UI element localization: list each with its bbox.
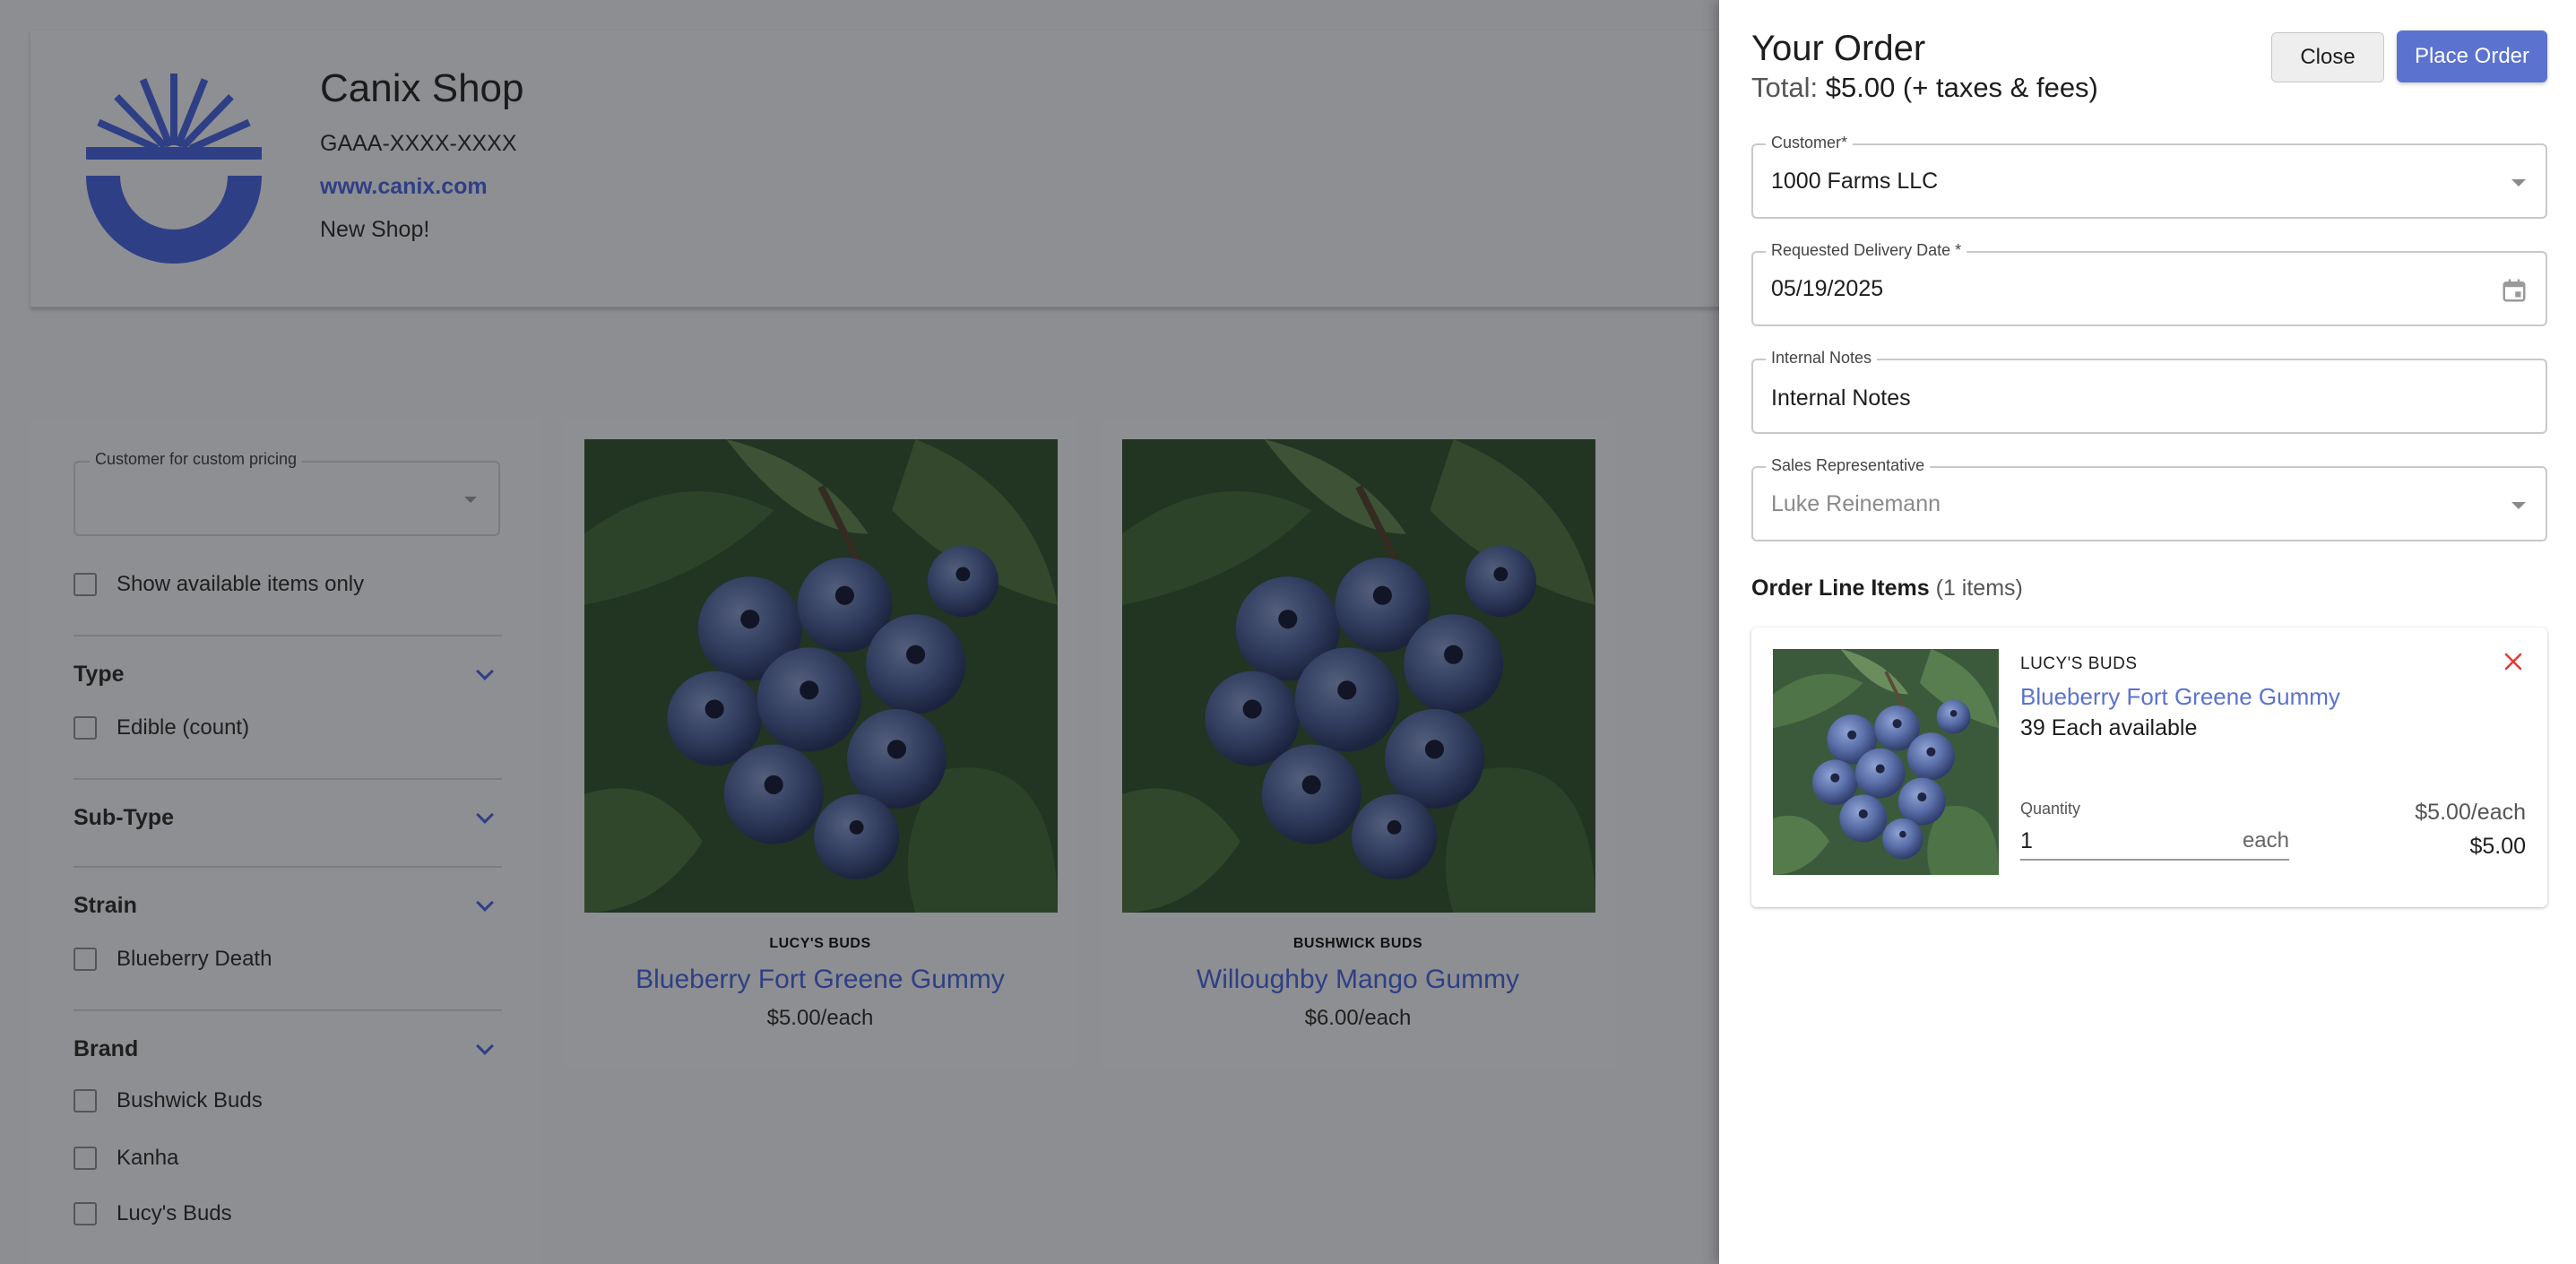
product-card[interactable]: BUSHWICK BUDS Willoughby Mango Gummy $6.… [1101, 418, 1615, 1067]
sales-rep-label: Sales Representative [1766, 456, 1931, 475]
internal-notes-label: Internal Notes [1766, 349, 1878, 368]
quantity-label: Quantity [2020, 800, 2081, 818]
quantity-input[interactable] [2020, 825, 2200, 857]
quantity-field[interactable]: each [2020, 825, 2289, 861]
custom-pricing-select[interactable]: Customer for custom pricing [73, 450, 500, 536]
line-item-unit-price: $5.00/each [2415, 800, 2526, 825]
product-price: $6.00/each [1304, 1006, 1412, 1030]
line-items-title: Order Line Items [1751, 576, 1930, 601]
chevron-down-icon[interactable] [476, 662, 494, 680]
order-title: Your Order [1751, 29, 1926, 68]
checkbox[interactable] [73, 1089, 97, 1112]
delivery-date-field[interactable]: Requested Delivery Date * 05/19/2025 [1751, 241, 2547, 326]
customer-label: Customer* [1766, 134, 1854, 152]
caret-down-icon [2511, 179, 2526, 186]
filter-option-label: Lucy's Buds [117, 1201, 232, 1225]
filter-option-label: Kanha [117, 1146, 179, 1170]
app-viewport: Canix Shop GAAA-XXXX-XXXX www.canix.com … [0, 0, 2576, 1264]
checkbox[interactable] [73, 1147, 97, 1170]
filter-option-label: Edible (count) [117, 715, 250, 740]
line-items-count: (1 items) [1935, 576, 2023, 601]
line-item-image [1773, 649, 1999, 875]
divider [73, 866, 502, 868]
shop-description: New Shop! [320, 217, 430, 242]
filter-option-label: Blueberry Death [117, 947, 272, 971]
filter-option-label: Bushwick Buds [117, 1088, 263, 1112]
filters-sidebar: Customer for custom pricing Show availab… [30, 418, 541, 1264]
place-order-button[interactable]: Place Order [2397, 30, 2547, 82]
order-total-label: Total: [1751, 72, 1819, 103]
product-name-link[interactable]: Willoughby Mango Gummy [1101, 965, 1615, 995]
divider [73, 1009, 502, 1011]
delivery-date-label: Requested Delivery Date * [1766, 241, 1967, 260]
shop-license: GAAA-XXXX-XXXX [320, 131, 517, 156]
sales-rep-value: Luke Reinemann [1771, 491, 1941, 516]
sales-rep-select[interactable]: Sales Representative Luke Reinemann [1751, 456, 2547, 541]
order-total: Total: $5.00 (+ taxes & fees) [1751, 72, 2098, 104]
customer-value: 1000 Farms LLC [1771, 169, 1939, 194]
chevron-down-icon[interactable] [476, 1037, 494, 1055]
order-total-value: $5.00 (+ taxes & fees) [1825, 72, 2098, 103]
filter-option-edible[interactable]: Edible (count) [73, 715, 249, 740]
order-drawer: Your Order Total: $5.00 (+ taxes & fees)… [1719, 0, 2576, 1264]
shop-header-card: Canix Shop GAAA-XXXX-XXXX www.canix.com … [30, 30, 1823, 308]
product-image[interactable] [584, 439, 1058, 913]
chevron-down-icon[interactable] [476, 894, 494, 912]
order-line-item: LUCY'S BUDS Blueberry Fort Greene Gummy … [1751, 628, 2547, 907]
product-image[interactable] [1122, 439, 1595, 913]
calendar-icon[interactable] [2501, 276, 2528, 305]
show-available-toggle[interactable]: Show available items only [73, 572, 364, 597]
product-brand: BUSHWICK BUDS [1292, 936, 1423, 951]
filter-section-strain-title[interactable]: Strain [73, 893, 137, 919]
line-item-brand: LUCY'S BUDS [2020, 654, 2138, 673]
customer-select[interactable]: Customer* 1000 Farms LLC [1751, 134, 2547, 219]
line-item-total: $5.00 [2469, 834, 2526, 859]
custom-pricing-label: Customer for custom pricing [90, 450, 303, 469]
shop-url-link[interactable]: www.canix.com [320, 174, 488, 200]
filter-option-blueberry-death[interactable]: Blueberry Death [73, 947, 272, 972]
show-available-label: Show available items only [117, 572, 365, 596]
filter-option-bushwick-buds[interactable]: Bushwick Buds [73, 1088, 263, 1113]
product-price: $5.00/each [766, 1006, 874, 1030]
close-x-icon[interactable] [2503, 651, 2524, 672]
shop-name: Canix Shop [320, 66, 524, 110]
close-button[interactable]: Close [2271, 32, 2384, 82]
delivery-date-value: 05/19/2025 [1771, 276, 1884, 301]
checkbox[interactable] [73, 573, 97, 596]
filter-section-subtype-title[interactable]: Sub-Type [73, 805, 174, 831]
caret-down-icon [464, 497, 477, 503]
product-card[interactable]: LUCY'S BUDS Blueberry Fort Greene Gummy … [563, 418, 1077, 1067]
internal-notes-input[interactable] [1769, 380, 2486, 416]
checkbox[interactable] [73, 716, 97, 740]
canix-logo-icon [86, 74, 262, 264]
checkbox[interactable] [73, 1202, 97, 1225]
divider [73, 778, 502, 780]
filter-section-brand-title[interactable]: Brand [73, 1036, 138, 1062]
line-item-availability: 39 Each available [2020, 715, 2198, 740]
caret-down-icon [2511, 502, 2526, 509]
chevron-down-icon[interactable] [476, 806, 494, 824]
filter-option-lucys-buds[interactable]: Lucy's Buds [73, 1201, 232, 1226]
quantity-unit: each [2242, 828, 2289, 853]
checkbox[interactable] [73, 948, 97, 971]
product-brand: LUCY'S BUDS [769, 936, 871, 951]
divider [73, 635, 502, 636]
line-items-heading: Order Line Items (1 items) [1751, 576, 2023, 602]
product-name-link[interactable]: Blueberry Fort Greene Gummy [563, 965, 1077, 995]
filter-section-type-title[interactable]: Type [73, 662, 125, 688]
filter-option-kanha[interactable]: Kanha [73, 1146, 178, 1171]
internal-notes-field[interactable]: Internal Notes [1751, 349, 2547, 434]
line-item-name-link[interactable]: Blueberry Fort Greene Gummy [2020, 683, 2340, 711]
